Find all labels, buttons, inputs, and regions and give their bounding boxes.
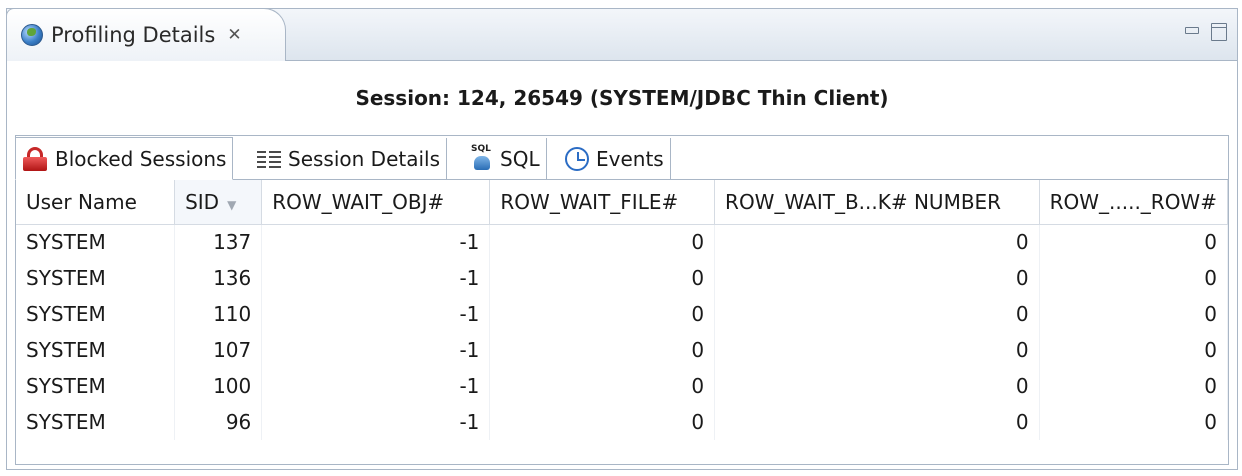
profiling-details-tab[interactable]: Profiling Details ✕ <box>6 8 286 61</box>
table-header-row: User Name SID ▼ ROW_WAIT_OBJ# ROW_WAIT_FI… <box>16 180 1229 225</box>
maximize-icon[interactable] <box>1211 23 1227 41</box>
table-row[interactable]: SYSTEM 110 -1 0 0 0 <box>16 296 1229 332</box>
table-cell: 0 <box>489 224 716 260</box>
view-tab-strip: Profiling Details ✕ <box>6 8 1237 61</box>
table-cell: 136 <box>174 260 263 296</box>
table-cell: -1 <box>261 224 491 260</box>
table-cell: 100 <box>174 368 263 404</box>
blocked-sessions-table: User Name SID ▼ ROW_WAIT_OBJ# ROW_WAIT_FI… <box>16 180 1229 440</box>
tab-session-details[interactable]: Session Details <box>251 138 448 180</box>
tab-events[interactable]: Events <box>559 138 671 180</box>
table-cell: 0 <box>489 404 716 440</box>
table-cell: 0 <box>1039 404 1229 440</box>
tab-sql[interactable]: SQL SQL <box>465 138 547 180</box>
table-cell: SYSTEM <box>16 332 176 368</box>
table-cell: -1 <box>261 332 491 368</box>
table-cell: -1 <box>261 368 491 404</box>
table-cell: 0 <box>489 332 716 368</box>
column-header[interactable]: ROW_WAIT_B...K# NUMBER <box>714 180 1040 225</box>
table-row[interactable]: SYSTEM 96 -1 0 0 0 <box>16 404 1229 440</box>
table-cell: -1 <box>261 260 491 296</box>
table-cell: 96 <box>174 404 263 440</box>
table-cell: SYSTEM <box>16 224 176 260</box>
table-cell: 0 <box>714 404 1040 440</box>
view-tab-label: Profiling Details <box>51 23 216 47</box>
sql-icon: SQL <box>471 144 493 172</box>
table-cell: 0 <box>714 296 1040 332</box>
table-cell: 0 <box>489 260 716 296</box>
table-cell: 0 <box>714 260 1040 296</box>
table-cell: 0 <box>489 368 716 404</box>
table-cell: 0 <box>714 224 1040 260</box>
table-cell: 0 <box>489 296 716 332</box>
close-icon[interactable]: ✕ <box>227 25 241 45</box>
table-cell: 0 <box>1039 260 1229 296</box>
table-cell: 0 <box>1039 224 1229 260</box>
table-row[interactable]: SYSTEM 137 -1 0 0 0 <box>16 224 1229 260</box>
tab-label: SQL <box>500 147 540 171</box>
table-cell: -1 <box>261 296 491 332</box>
table-cell: 0 <box>714 332 1040 368</box>
table-cell: 110 <box>174 296 263 332</box>
table-row[interactable]: SYSTEM 100 -1 0 0 0 <box>16 368 1229 404</box>
globe-icon <box>21 24 43 46</box>
table-cell: 137 <box>174 224 263 260</box>
table-cell: -1 <box>261 404 491 440</box>
column-header[interactable]: User Name <box>16 180 176 225</box>
table-cell: 0 <box>1039 332 1229 368</box>
tab-blocked-sessions[interactable]: Blocked Sessions <box>15 137 234 180</box>
column-header[interactable]: SID ▼ <box>174 180 263 225</box>
table-cell: SYSTEM <box>16 260 176 296</box>
table-cell: 0 <box>714 368 1040 404</box>
table-row[interactable]: SYSTEM 107 -1 0 0 0 <box>16 332 1229 368</box>
session-title: Session: 124, 26549 (SYSTEM/JDBC Thin Cl… <box>355 86 889 110</box>
table-cell: 0 <box>1039 368 1229 404</box>
lock-icon <box>22 146 48 171</box>
table-cell: 107 <box>174 332 263 368</box>
tab-label: Session Details <box>288 147 441 171</box>
table-cell: SYSTEM <box>16 404 176 440</box>
column-header[interactable]: ROW_WAIT_OBJ# <box>261 180 491 225</box>
table-cell: SYSTEM <box>16 296 176 332</box>
tab-label: Events <box>596 147 664 171</box>
tab-label: Blocked Sessions <box>55 146 227 171</box>
profiling-details-view: Profiling Details ✕ Session: 124, 26549 … <box>6 8 1238 470</box>
column-header[interactable]: ROW_WAIT_FILE# <box>489 180 716 225</box>
column-header[interactable]: ROW_....._ROW# <box>1039 180 1229 225</box>
table-row[interactable]: SYSTEM 136 -1 0 0 0 <box>16 260 1229 296</box>
minimize-icon[interactable] <box>1185 27 1199 34</box>
sort-arrow-icon: ▼ <box>227 197 237 212</box>
details-folder: Blocked Sessions Session Details SQL SQL <box>15 135 1229 465</box>
columns-icon <box>257 149 281 169</box>
clock-icon <box>565 147 589 171</box>
table-cell: SYSTEM <box>16 368 176 404</box>
table-cell: 0 <box>1039 296 1229 332</box>
details-tabs: Blocked Sessions Session Details SQL SQL <box>15 136 1228 180</box>
